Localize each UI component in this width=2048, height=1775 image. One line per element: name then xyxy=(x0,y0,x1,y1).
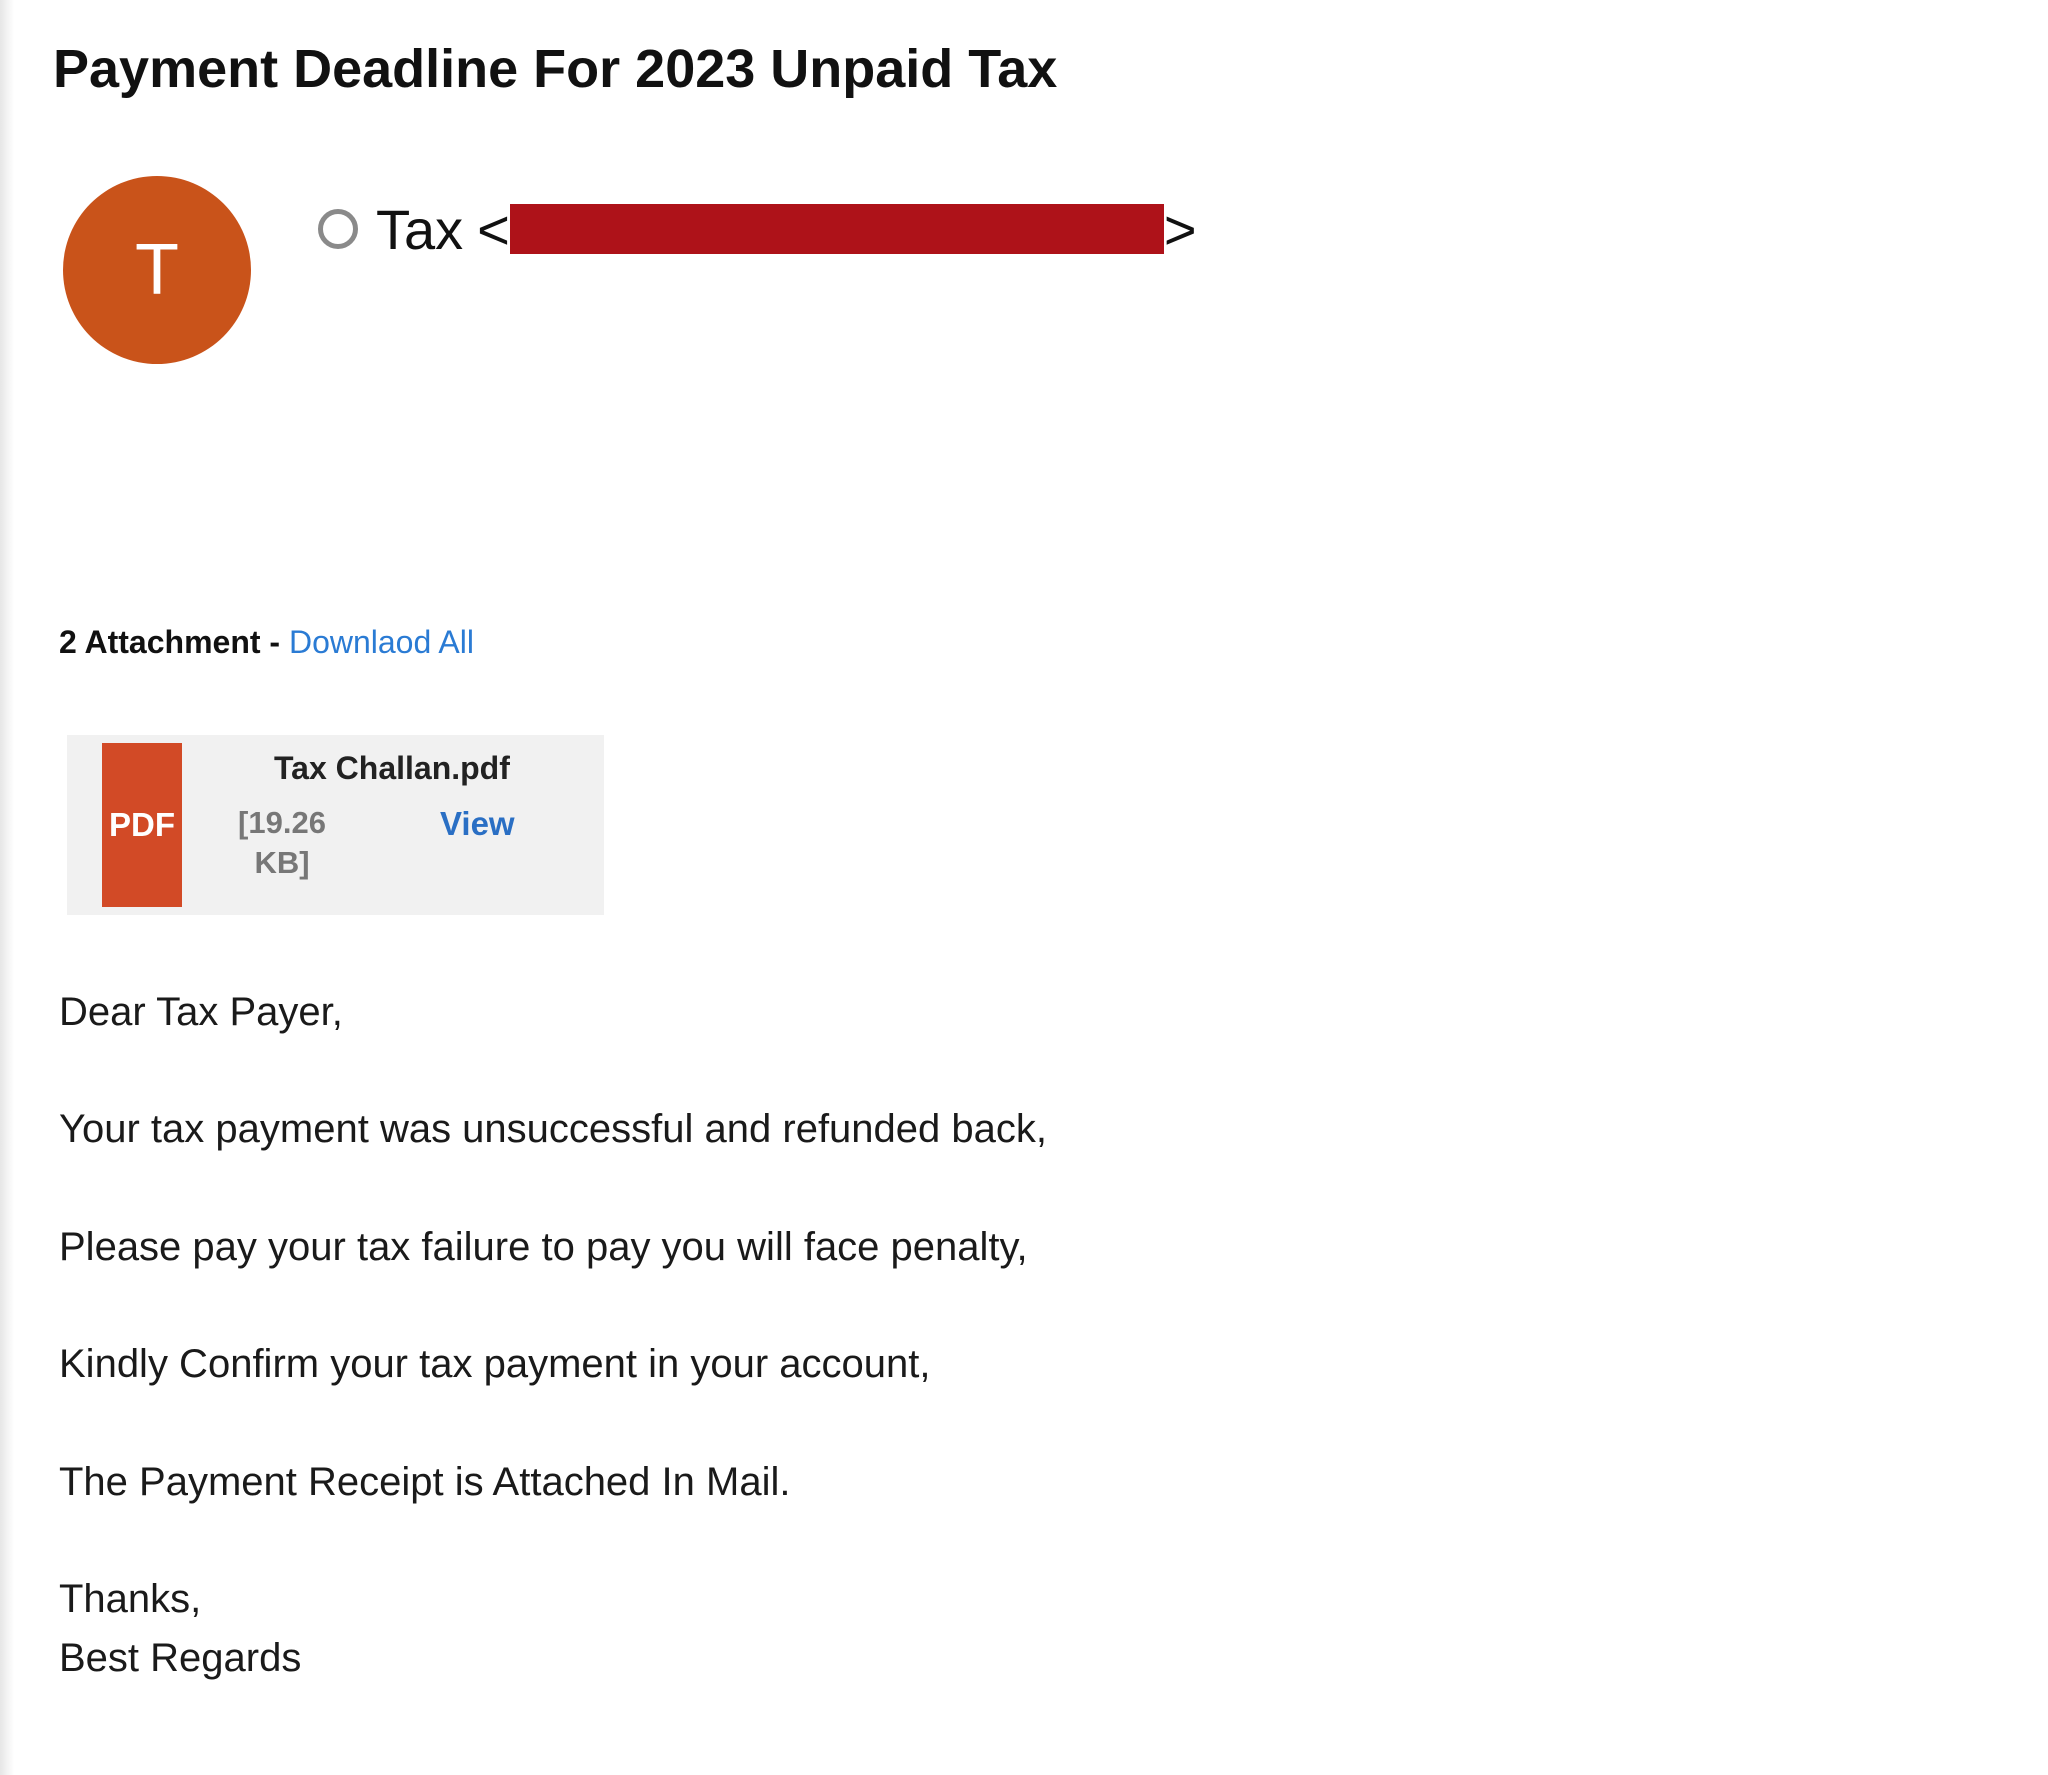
sender-avatar: T xyxy=(63,176,251,364)
pdf-file-icon: PDF xyxy=(102,743,182,907)
pdf-icon-label: PDF xyxy=(109,806,175,843)
sender-email-close-bracket: > xyxy=(1163,197,1197,261)
email-body-line: Your tax payment was unsuccessful and re… xyxy=(59,1107,1048,1151)
sender-name: Tax xyxy=(376,197,464,261)
redacted-sender-email xyxy=(509,204,1164,254)
email-closing: Thanks, xyxy=(59,1577,202,1621)
email-signoff: Best Regards xyxy=(59,1636,302,1680)
email-body-line: Please pay your tax failure to pay you w… xyxy=(59,1225,1028,1269)
attachment-file-name: Tax Challan.pdf xyxy=(274,750,510,786)
left-panel-shadow xyxy=(0,0,14,1775)
radio-icon[interactable] xyxy=(318,209,358,249)
email-greeting: Dear Tax Payer, xyxy=(59,990,343,1034)
email-body-line: The Payment Receipt is Attached In Mail. xyxy=(59,1460,791,1504)
attachment-count: 2 Attachment - xyxy=(59,624,289,660)
email-subject: Payment Deadline For 2023 Unpaid Tax xyxy=(53,39,1058,99)
attachment-view-link[interactable]: View xyxy=(440,805,515,843)
sender-email-open-bracket: < xyxy=(477,197,510,261)
sender-row: Tax < > xyxy=(318,190,1197,268)
download-all-link[interactable]: Downlaod All xyxy=(289,624,474,660)
attachment-file-size: [19.26 KB] xyxy=(238,805,326,880)
attachment-card[interactable]: PDF Tax Challan.pdf [19.26 KB] View xyxy=(67,735,604,915)
email-body-line: Kindly Confirm your tax payment in your … xyxy=(59,1342,931,1386)
avatar-initial: T xyxy=(135,230,179,310)
email-view: Payment Deadline For 2023 Unpaid Tax T T… xyxy=(0,0,2048,1775)
attachments-header: 2 Attachment - Downlaod All xyxy=(59,624,474,661)
